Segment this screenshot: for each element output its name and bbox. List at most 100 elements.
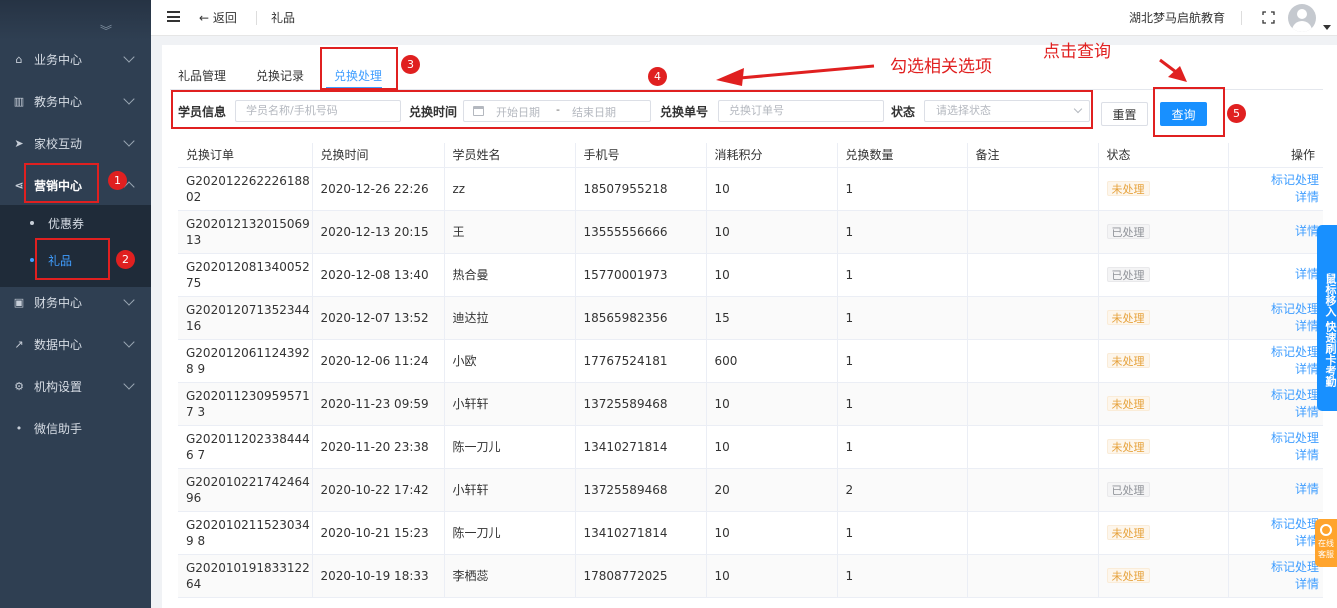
sidebar-item-academic[interactable]: ▥ 教务中心 xyxy=(0,80,151,122)
mark-processed-link[interactable]: 标记处理 xyxy=(1237,344,1319,361)
annotation-box-tab xyxy=(320,47,398,90)
cell-quantity: 1 xyxy=(837,210,968,254)
cell-name: 小欧 xyxy=(444,339,576,383)
detail-link[interactable]: 详情 xyxy=(1237,576,1319,593)
wallet-icon: ▣ xyxy=(13,295,25,309)
detail-link[interactable]: 详情 xyxy=(1237,481,1319,498)
cell-actions: 详情 xyxy=(1228,253,1323,297)
menu-toggle-icon[interactable] xyxy=(167,11,180,22)
detail-link[interactable]: 详情 xyxy=(1237,223,1319,240)
detail-link[interactable]: 详情 xyxy=(1237,361,1319,378)
sidebar-item-label: 数据中心 xyxy=(34,337,83,352)
online-service-button[interactable]: 在线客服 xyxy=(1315,519,1337,567)
column-header: 状态 xyxy=(1098,143,1229,168)
order-number: G20201022174246496 xyxy=(186,474,310,505)
status-badge: 未处理 xyxy=(1106,439,1150,454)
sidebar-item-label: 家校互动 xyxy=(34,136,83,151)
status-badge: 已处理 xyxy=(1106,224,1150,239)
detail-link[interactable]: 详情 xyxy=(1237,447,1319,464)
cell-note xyxy=(967,339,1099,383)
mark-processed-link[interactable]: 标记处理 xyxy=(1237,172,1319,189)
mark-processed-link[interactable]: 标记处理 xyxy=(1237,559,1319,576)
cell-time: 2020-10-19 18:33 xyxy=(312,554,445,598)
chevron-down-icon xyxy=(123,51,135,63)
cell-note xyxy=(967,382,1099,426)
cell-quantity: 1 xyxy=(837,554,968,598)
cell-points: 600 xyxy=(706,339,838,383)
cell-time: 2020-12-08 13:40 xyxy=(312,253,445,297)
cell-status: 已处理 xyxy=(1098,468,1229,512)
column-header: 兑换数量 xyxy=(837,143,968,168)
cell-name: 迪达拉 xyxy=(444,296,576,340)
back-button[interactable]: ← 返回 xyxy=(199,9,237,26)
caret-down-icon[interactable] xyxy=(1323,25,1331,30)
back-label: 返回 xyxy=(212,11,237,25)
cell-name: 王 xyxy=(444,210,576,254)
divider xyxy=(256,11,257,25)
mark-processed-link[interactable]: 标记处理 xyxy=(1237,387,1319,404)
sidebar-item-home-school[interactable]: ➤ 家校互动 xyxy=(0,122,151,164)
cell-status: 未处理 xyxy=(1098,167,1229,211)
cell-quantity: 1 xyxy=(837,253,968,297)
cell-status: 未处理 xyxy=(1098,425,1229,469)
cell-quantity: 1 xyxy=(837,339,968,383)
cell-time: 2020-12-26 22:26 xyxy=(312,167,445,211)
cell-note xyxy=(967,468,1099,512)
mark-processed-link[interactable]: 标记处理 xyxy=(1237,430,1319,447)
cell-quantity: 1 xyxy=(837,296,968,340)
status-badge: 未处理 xyxy=(1106,353,1150,368)
mark-processed-link[interactable]: 标记处理 xyxy=(1237,516,1319,533)
cell-note xyxy=(967,425,1099,469)
mark-processed-link[interactable]: 标记处理 xyxy=(1237,301,1319,318)
cell-note xyxy=(967,296,1099,340)
quick-attendance-tab[interactable]: 鼠标移入 快速刷卡考勤 xyxy=(1317,225,1337,411)
cell-name: 陈一刀儿 xyxy=(444,425,576,469)
table-row: G20201213201506913 2020-12-13 20:15 王 13555… xyxy=(178,210,1323,254)
cell-order: G2020112309595717 3 xyxy=(178,382,313,426)
cell-points: 10 xyxy=(706,167,838,211)
bullet-icon xyxy=(30,258,34,262)
sidebar-item-wechat[interactable]: • 微信助手 xyxy=(0,407,151,449)
send-icon: ➤ xyxy=(14,136,24,150)
cell-actions: 标记处理 详情 xyxy=(1228,511,1323,555)
sidebar-item-finance[interactable]: ▣ 财务中心 xyxy=(0,281,151,323)
detail-link[interactable]: 详情 xyxy=(1237,266,1319,283)
cell-name: 热合曼 xyxy=(444,253,576,297)
table-row: G2020102115230349 8 2020-10-21 15:23 陈一刀儿 1… xyxy=(178,511,1323,555)
headset-icon: ⌂ xyxy=(15,52,23,66)
column-header: 操作 xyxy=(1228,143,1323,168)
cell-time: 2020-12-13 20:15 xyxy=(312,210,445,254)
avatar[interactable] xyxy=(1288,4,1316,32)
table-row: G20201207135234416 2020-12-07 13:52 迪达拉 185… xyxy=(178,296,1323,340)
sidebar-subitem-coupon[interactable]: 优惠券 xyxy=(0,205,151,241)
detail-link[interactable]: 详情 xyxy=(1237,189,1319,206)
tab-exchange-records[interactable]: 兑换记录 xyxy=(256,67,304,84)
cell-phone: 15770001973 xyxy=(575,253,707,297)
sidebar-item-settings[interactable]: ⚙ 机构设置 xyxy=(0,365,151,407)
detail-link[interactable]: 详情 xyxy=(1237,404,1319,421)
annotation-badge: 5 xyxy=(1227,104,1246,123)
cell-note xyxy=(967,167,1099,211)
annotation-badge: 1 xyxy=(108,171,127,190)
cell-name: zz xyxy=(444,167,576,211)
detail-link[interactable]: 详情 xyxy=(1237,318,1319,335)
detail-link[interactable]: 详情 xyxy=(1237,533,1319,550)
fullscreen-icon[interactable] xyxy=(1262,11,1275,24)
cell-time: 2020-12-06 11:24 xyxy=(312,339,445,383)
collapse-icon[interactable]: ︾ xyxy=(100,22,112,39)
tab-gift-management[interactable]: 礼品管理 xyxy=(178,67,226,84)
bullet-icon xyxy=(30,221,34,225)
cell-time: 2020-10-22 17:42 xyxy=(312,468,445,512)
sidebar-item-data[interactable]: ↗ 数据中心 xyxy=(0,323,151,365)
reset-button[interactable]: 重置 xyxy=(1101,102,1148,126)
table-row: G2020120611243928 9 2020-12-06 11:24 小欧 177… xyxy=(178,339,1323,383)
cell-actions: 标记处理 详情 xyxy=(1228,382,1323,426)
sidebar-subitem-label: 优惠券 xyxy=(48,216,85,231)
column-header: 手机号 xyxy=(575,143,707,168)
cell-name: 小轩轩 xyxy=(444,382,576,426)
column-header: 兑换时间 xyxy=(312,143,445,168)
sidebar-item-label: 业务中心 xyxy=(34,52,83,67)
sidebar-item-business[interactable]: ⌂ 业务中心 xyxy=(0,38,151,80)
cell-status: 未处理 xyxy=(1098,554,1229,598)
cell-order: G20201019183312264 xyxy=(178,554,313,598)
